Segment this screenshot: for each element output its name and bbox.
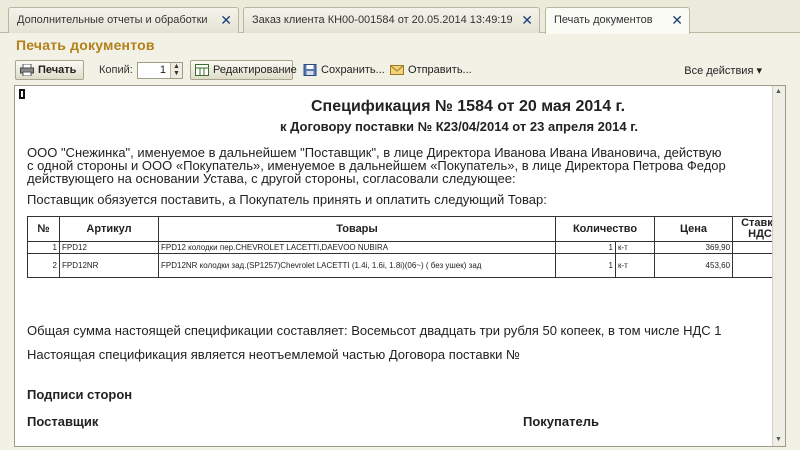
scroll-up-icon[interactable]: ▲: [775, 88, 783, 96]
cell-vat: [732, 253, 773, 278]
goods-table: № Артикул Товары Количество Цена Ставка …: [27, 216, 773, 278]
cell-vat: [732, 241, 773, 254]
copies-value: 1: [159, 64, 166, 76]
all-actions-menu[interactable]: Все действия ▾: [684, 64, 762, 77]
chevron-up-icon[interactable]: ▲: [171, 63, 182, 70]
envelope-icon: [390, 65, 404, 75]
scroll-down-icon[interactable]: ▼: [775, 436, 783, 444]
tab-label: Заказ клиента КН00-001584 от 20.05.2014 …: [252, 14, 513, 26]
save-button[interactable]: Сохранить...: [298, 60, 385, 80]
edit-button[interactable]: Редактирование: [190, 60, 297, 80]
col-header-quantity: Количество: [554, 216, 656, 242]
col-header-article: Артикул: [59, 216, 159, 242]
col-header-price: Цена: [654, 216, 734, 242]
tab-additional-reports[interactable]: Дополнительные отчеты и обработки ✕: [8, 7, 239, 33]
document-heading: Спецификация № 1584 от 20 мая 2014 г.: [311, 98, 626, 115]
page-title: Печать документов: [16, 37, 155, 53]
tab-label: Дополнительные отчеты и обработки: [17, 14, 208, 26]
close-icon[interactable]: ✕: [521, 8, 533, 32]
intro-line: действующего на основании Устава, с друг…: [27, 171, 516, 186]
tab-print-documents[interactable]: Печать документов ✕: [545, 7, 690, 34]
table-row: 1 FPD12 FPD12 колодки пер.CHEVROLET LACE…: [27, 241, 773, 254]
vertical-scrollbar[interactable]: ▲ ▼: [772, 86, 785, 446]
cell-quantity: 1: [555, 241, 616, 254]
save-button-label: Сохранить...: [321, 64, 385, 76]
cell-article: FPD12: [59, 241, 159, 254]
cell-goods: FPD12 колодки пер.CHEVROLET LACETTI,DAEV…: [158, 241, 556, 254]
buyer-label: Покупатель: [523, 414, 599, 429]
total-sum-text: Общая сумма настоящей спецификации соста…: [27, 323, 722, 338]
print-button[interactable]: Печать: [15, 60, 84, 80]
cell-price: 453,60: [654, 253, 734, 278]
copies-input[interactable]: 1 ▲ ▼: [137, 62, 183, 79]
close-icon[interactable]: ✕: [220, 8, 232, 32]
edit-button-label: Редактирование: [213, 64, 297, 76]
cell-price: 369,90: [654, 241, 734, 254]
col-header-goods: Товары: [158, 216, 556, 242]
cell-unit: к-т: [614, 241, 656, 254]
text-cursor: [19, 89, 25, 99]
printer-icon: [20, 64, 34, 76]
document-viewer[interactable]: Спецификация № 1584 от 20 мая 2014 г. к …: [14, 85, 786, 447]
send-button[interactable]: Отправить...: [385, 60, 472, 80]
copies-stepper[interactable]: ▲ ▼: [170, 63, 182, 78]
col-header-number: №: [27, 216, 60, 242]
cell-quantity: 1: [555, 253, 616, 278]
cell-unit: к-т: [614, 253, 656, 278]
obligation-text: Поставщик обязуется поставить, а Покупат…: [27, 192, 547, 207]
tab-customer-order[interactable]: Заказ клиента КН00-001584 от 20.05.2014 …: [243, 7, 540, 33]
intro-paragraph: ООО "Снежинка", именуемое в дальнейшем "…: [27, 146, 726, 185]
supplier-label: Поставщик: [27, 414, 99, 429]
cell-goods: FPD12NR колодки зад.(SP1257)Chevrolet LA…: [158, 253, 556, 278]
col-header-vat: Ставка НДС: [732, 216, 773, 242]
table-row: 2 FPD12NR FPD12NR колодки зад.(SP1257)Ch…: [27, 253, 773, 278]
integral-part-text: Настоящая спецификация является неотъемл…: [27, 347, 520, 362]
chevron-down-icon[interactable]: ▼: [171, 70, 182, 77]
edit-table-icon: [195, 64, 209, 76]
print-button-label: Печать: [38, 64, 77, 76]
floppy-icon: [303, 64, 317, 76]
document-subheading: к Договору поставки № К23/04/2014 от 23 …: [280, 119, 638, 134]
tab-bar: Дополнительные отчеты и обработки ✕ Зака…: [0, 0, 800, 34]
close-icon[interactable]: ✕: [671, 8, 683, 32]
document-page: Спецификация № 1584 от 20 мая 2014 г. к …: [15, 86, 773, 446]
send-button-label: Отправить...: [408, 64, 472, 76]
toolbar: Печать Копий: 1 ▲ ▼ Редактирование Сохран…: [0, 60, 800, 82]
cell-article: FPD12NR: [59, 253, 159, 278]
cell-number: 2: [27, 253, 60, 278]
cell-number: 1: [27, 241, 60, 254]
signatures-title: Подписи сторон: [27, 387, 133, 402]
tab-label: Печать документов: [554, 14, 653, 26]
copies-label: Копий:: [99, 64, 133, 76]
